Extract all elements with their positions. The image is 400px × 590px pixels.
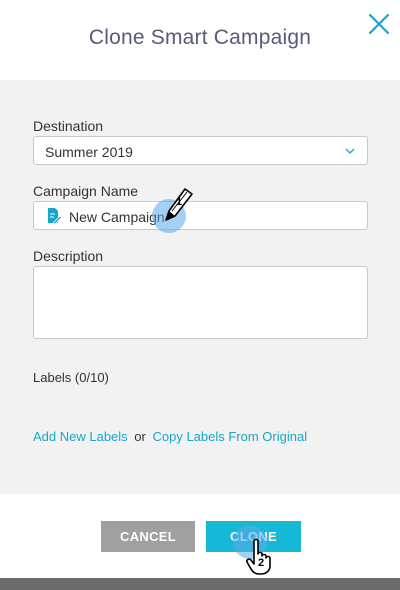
labels-count: Labels (0/10) [33,370,109,385]
campaign-name-label: Campaign Name [33,183,139,199]
cancel-button[interactable]: CANCEL [101,521,195,552]
clone-campaign-dialog: Clone Smart Campaign Destination Summer … [0,0,400,578]
destination-value: Summer 2019 [45,144,133,160]
step-1-marker: 1 [175,196,183,208]
step-2-marker: 2 [257,557,265,569]
campaign-name-value: New Campaign [69,209,165,225]
destination-label: Destination [33,118,104,134]
copy-labels-link[interactable]: Copy Labels From Original [152,429,307,444]
description-label: Description [33,248,104,264]
or-text: or [134,429,146,444]
description-textarea[interactable] [33,266,368,339]
dialog-title: Clone Smart Campaign [88,26,312,49]
dialog-header: Clone Smart Campaign [0,0,400,80]
add-new-labels-link[interactable]: Add New Labels [33,429,128,444]
labels-links: Add New Labels or Copy Labels From Origi… [33,429,307,444]
destination-select[interactable]: Summer 2019 [33,136,368,165]
close-icon[interactable] [367,12,391,36]
dialog-footer: CANCEL CLONE [0,494,400,578]
smart-campaign-icon [48,208,62,225]
chevron-down-icon [345,148,355,154]
campaign-name-field[interactable]: New Campaign [33,201,368,230]
